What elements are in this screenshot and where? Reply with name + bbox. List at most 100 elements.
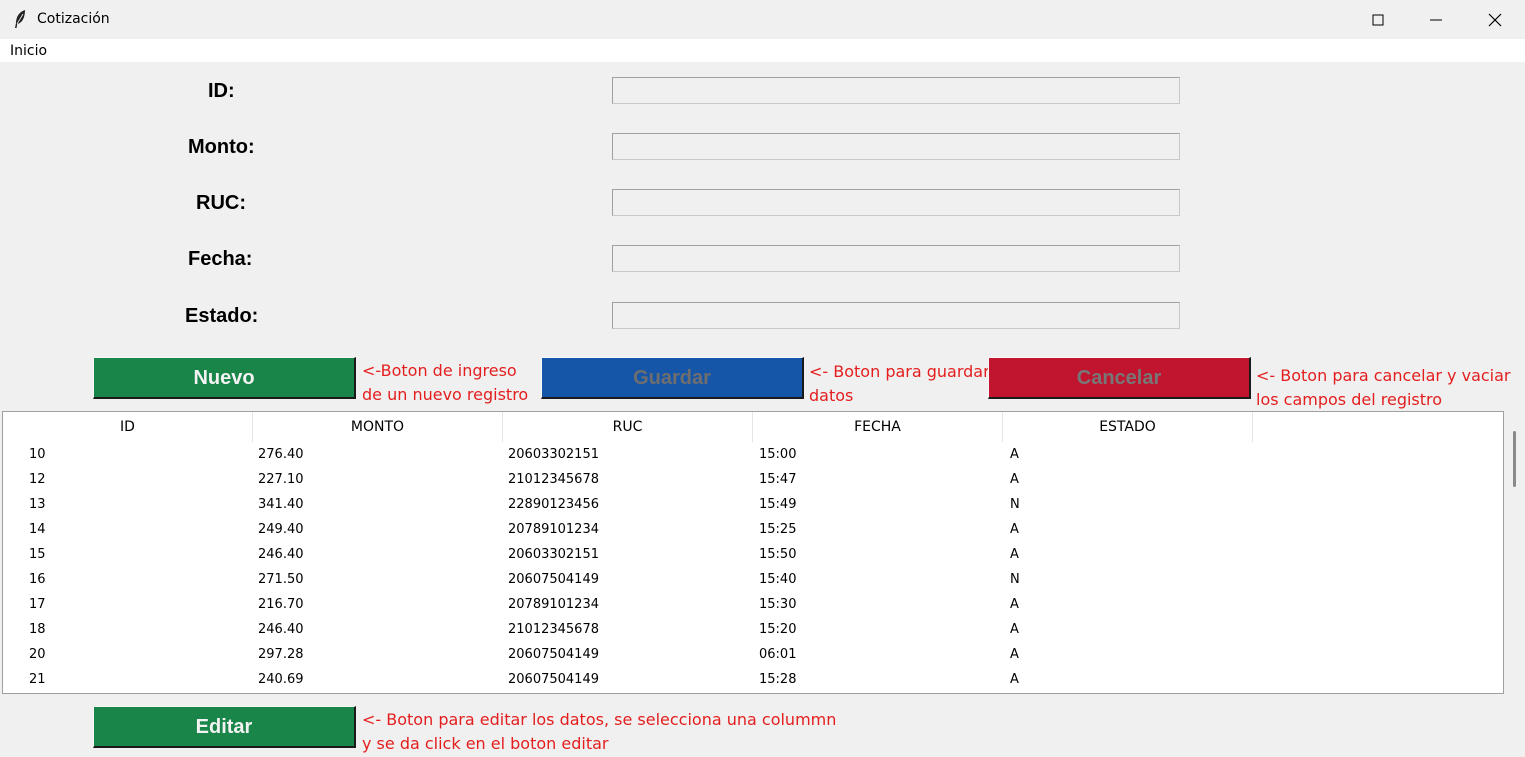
cell-fecha: 15:00 <box>759 447 797 462</box>
fecha-label: Fecha: <box>188 248 253 270</box>
cancelar-note: <- Boton para cancelar y vaciar los camp… <box>1256 364 1511 412</box>
guardar-note-line: <- Boton para guardar <box>809 362 988 381</box>
editar-note-line: y se da click en el boton editar <box>362 734 609 753</box>
nuevo-note-line: de un nuevo registro <box>362 385 529 404</box>
cell-monto: 276.40 <box>258 447 304 462</box>
table-row[interactable]: 21 240.69 20607504149 15:28 A <box>3 667 1503 692</box>
title-bar: Cotización <box>0 0 1525 39</box>
cancelar-note-line: <- Boton para cancelar y vaciar <box>1256 366 1511 385</box>
cancelar-note-line: los campos del registro <box>1256 390 1443 409</box>
column-header-fecha[interactable]: FECHA <box>753 412 1003 442</box>
records-table[interactable]: ID MONTO RUC FECHA ESTADO 10 276.40 206033… <box>2 411 1504 694</box>
cell-ruc: 21012345678 <box>508 622 599 637</box>
cell-estado: A <box>1010 447 1019 462</box>
cell-id: 20 <box>29 647 46 662</box>
table-row[interactable]: 15 246.40 20603302151 15:50 A <box>3 542 1503 567</box>
cell-monto: 246.40 <box>258 622 304 637</box>
estado-label: Estado: <box>185 305 259 327</box>
menu-item-inicio[interactable]: Inicio <box>10 43 47 59</box>
maximize-button[interactable] <box>1349 0 1407 39</box>
table-row[interactable]: 17 216.70 20789101234 15:30 A <box>3 592 1503 617</box>
cell-ruc: 20607504149 <box>508 672 599 687</box>
nuevo-note-line: <-Boton de ingreso <box>362 361 517 380</box>
cell-ruc: 20603302151 <box>508 447 599 462</box>
cell-id: 15 <box>29 547 46 562</box>
cell-monto: 297.28 <box>258 647 304 662</box>
maximize-icon <box>1372 14 1384 26</box>
cell-ruc: 20607504149 <box>508 647 599 662</box>
cell-id: 10 <box>29 447 46 462</box>
id-field[interactable] <box>612 77 1180 104</box>
table-row[interactable]: 14 249.40 20789101234 15:25 A <box>3 517 1503 542</box>
nuevo-button[interactable]: Nuevo <box>93 357 356 399</box>
window-title: Cotización <box>37 11 110 27</box>
menu-bar: Inicio <box>0 39 1525 62</box>
cell-ruc: 20789101234 <box>508 597 599 612</box>
estado-field[interactable] <box>612 302 1180 329</box>
cell-id: 13 <box>29 497 46 512</box>
editar-note: <- Boton para editar los datos, se selec… <box>362 708 836 756</box>
id-label: ID: <box>208 80 235 102</box>
nuevo-note: <-Boton de ingreso de un nuevo registro <box>362 359 528 407</box>
cell-estado: A <box>1010 647 1019 662</box>
column-header-monto[interactable]: MONTO <box>253 412 503 442</box>
monto-label: Monto: <box>188 136 255 158</box>
guardar-note-line: datos <box>809 386 854 405</box>
editar-note-line: <- Boton para editar los datos, se selec… <box>362 710 837 729</box>
column-header-id[interactable]: ID <box>3 412 253 442</box>
cell-estado: A <box>1010 472 1019 487</box>
table-row[interactable]: 12 227.10 21012345678 15:47 A <box>3 467 1503 492</box>
cell-id: 16 <box>29 572 46 587</box>
table-header: ID MONTO RUC FECHA ESTADO <box>3 412 1503 442</box>
cell-id: 18 <box>29 622 46 637</box>
cell-ruc: 20789101234 <box>508 522 599 537</box>
fecha-field[interactable] <box>612 245 1180 272</box>
table-scrollbar[interactable] <box>1509 411 1525 694</box>
column-header-estado[interactable]: ESTADO <box>1003 412 1253 442</box>
ruc-label: RUC: <box>196 192 246 214</box>
table-row[interactable]: 16 271.50 20607504149 15:40 N <box>3 567 1503 592</box>
editar-button[interactable]: Editar <box>93 706 356 748</box>
cell-fecha: 15:47 <box>759 472 797 487</box>
cell-estado: A <box>1010 522 1019 537</box>
cell-monto: 249.40 <box>258 522 304 537</box>
cell-id: 14 <box>29 522 46 537</box>
cell-fecha: 15:50 <box>759 547 797 562</box>
cell-monto: 227.10 <box>258 472 304 487</box>
cell-fecha: 06:01 <box>759 647 797 662</box>
cell-fecha: 15:20 <box>759 622 797 637</box>
cancelar-button[interactable]: Cancelar <box>988 357 1251 399</box>
table-row[interactable]: 20 297.28 20607504149 06:01 A <box>3 642 1503 667</box>
cell-ruc: 21012345678 <box>508 472 599 487</box>
cell-monto: 246.40 <box>258 547 304 562</box>
close-icon <box>1488 13 1502 27</box>
ruc-field[interactable] <box>612 189 1180 216</box>
feather-icon <box>12 9 28 29</box>
cell-fecha: 15:28 <box>759 672 797 687</box>
guardar-button[interactable]: Guardar <box>541 357 804 399</box>
cell-fecha: 15:25 <box>759 522 797 537</box>
cell-ruc: 20603302151 <box>508 547 599 562</box>
cell-estado: N <box>1010 572 1020 587</box>
cell-fecha: 15:30 <box>759 597 797 612</box>
cell-monto: 271.50 <box>258 572 304 587</box>
monto-field[interactable] <box>612 133 1180 160</box>
cell-monto: 240.69 <box>258 672 304 687</box>
cell-id: 17 <box>29 597 46 612</box>
cell-ruc: 20607504149 <box>508 572 599 587</box>
cell-id: 12 <box>29 472 46 487</box>
cell-id: 21 <box>29 672 46 687</box>
cell-monto: 216.70 <box>258 597 304 612</box>
cell-estado: A <box>1010 547 1019 562</box>
cell-estado: A <box>1010 672 1019 687</box>
table-row[interactable]: 13 341.40 22890123456 15:49 N <box>3 492 1503 517</box>
close-window-button[interactable] <box>1466 0 1524 39</box>
cell-estado: N <box>1010 497 1020 512</box>
guardar-note: <- Boton para guardar datos <box>809 360 988 408</box>
column-header-ruc[interactable]: RUC <box>503 412 753 442</box>
cell-ruc: 22890123456 <box>508 497 599 512</box>
cell-estado: A <box>1010 597 1019 612</box>
scrollbar-thumb[interactable] <box>1513 431 1516 487</box>
table-row[interactable]: 18 246.40 21012345678 15:20 A <box>3 617 1503 642</box>
table-row[interactable]: 10 276.40 20603302151 15:00 A <box>3 442 1503 467</box>
